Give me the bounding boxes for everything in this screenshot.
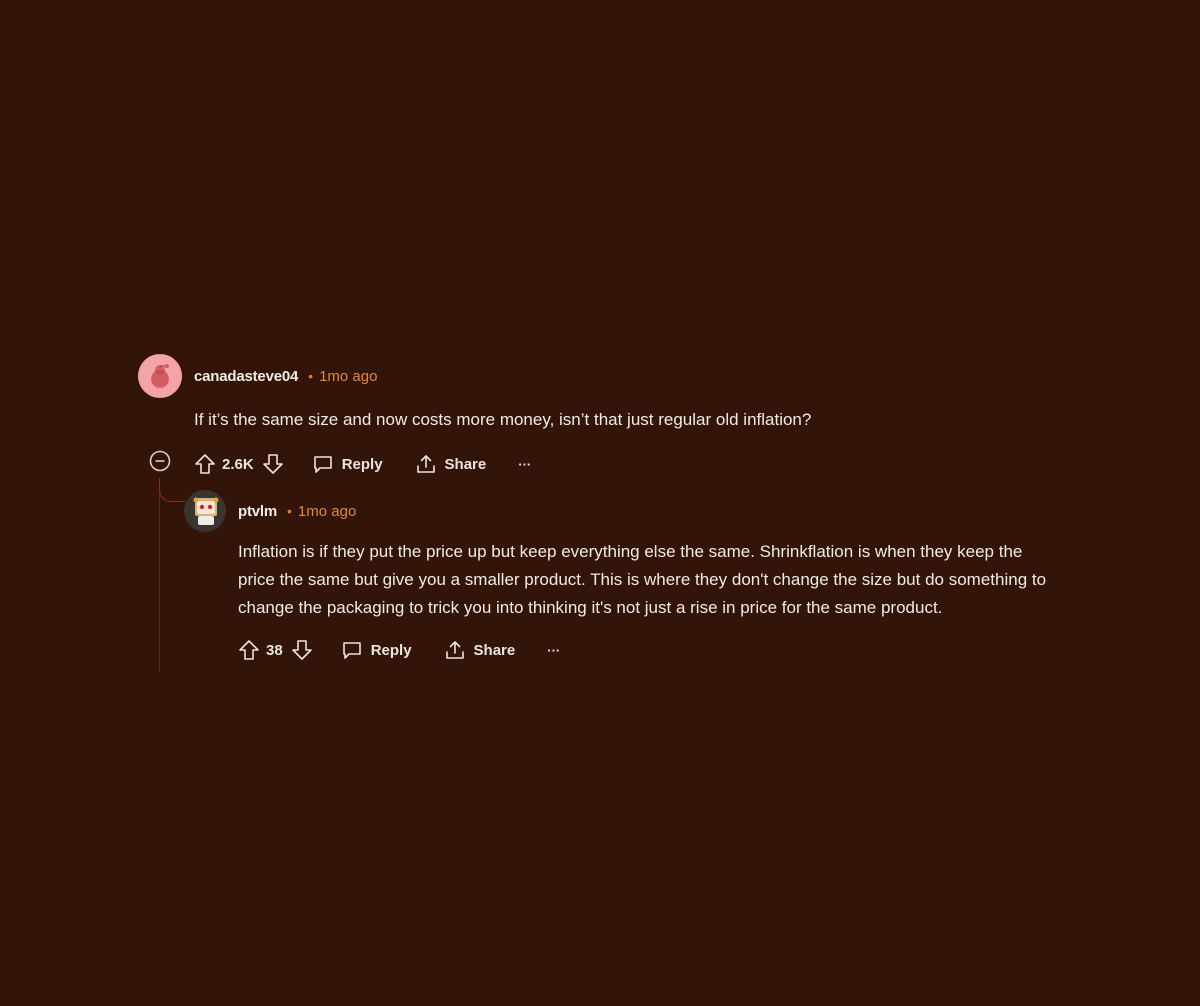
avatar[interactable] [138, 354, 182, 398]
comment-header: ptvlm • 1mo ago [184, 490, 1178, 532]
share-button[interactable]: Share [415, 453, 487, 475]
downvote-button[interactable] [262, 453, 284, 475]
reply-button[interactable]: Reply [312, 453, 383, 475]
reply-timestamp[interactable]: 1mo ago [298, 503, 356, 520]
separator-dot: • [287, 503, 292, 519]
share-label: Share [444, 455, 487, 473]
avatar[interactable] [184, 490, 226, 532]
reply-label: Reply [370, 641, 412, 659]
thread-line[interactable] [159, 478, 160, 672]
comment-icon [313, 456, 332, 473]
vote-count: 2.6K [222, 455, 254, 473]
upvote-button[interactable] [238, 639, 260, 661]
reply-button[interactable]: Reply [341, 639, 412, 661]
reply-body-line: price the same but give you a smaller pr… [238, 570, 1047, 589]
comment-username[interactable]: canadasteve04 [194, 368, 298, 385]
share-label: Share [473, 641, 516, 659]
downvote-icon [262, 454, 283, 474]
downvote-button[interactable] [291, 639, 313, 661]
downvote-icon [291, 640, 312, 660]
more-options-icon: ··· [518, 456, 532, 472]
reply-label: Reply [341, 455, 383, 473]
share-icon [416, 455, 435, 473]
thread-connector [159, 478, 185, 502]
reply-body-line: Inflation is if they put the price up bu… [238, 542, 1023, 561]
upvote-button[interactable] [194, 453, 216, 475]
comment-thread: canadasteve04 • 1mo ago If it’s the same… [138, 354, 1178, 672]
share-icon [445, 641, 464, 659]
comment-icon [342, 642, 361, 659]
share-button[interactable]: Share [444, 639, 516, 661]
snoo-avatar-icon [193, 497, 219, 525]
reply-body-line: change the packaging to trick you into t… [238, 598, 943, 617]
upvote-icon [239, 640, 259, 660]
reply-body: Inflation is if they put the price up bu… [238, 538, 1178, 622]
comment-body: If it’s the same size and now costs more… [194, 410, 812, 429]
more-options-button[interactable]: ··· [518, 457, 531, 472]
reply-username[interactable]: ptvlm [238, 503, 277, 520]
collapse-thread-button[interactable] [149, 450, 171, 472]
comment-header: canadasteve04 • 1mo ago [138, 354, 1178, 398]
separator-dot: • [308, 368, 314, 384]
upvote-icon [195, 454, 215, 474]
comment-actions: 2.6K Reply Share ··· [194, 448, 1178, 480]
collapse-icon [149, 450, 171, 472]
more-options-icon: ··· [547, 642, 561, 658]
reply-comment: ptvlm • 1mo ago Inflation is if they put… [184, 490, 1178, 666]
vote-count: 38 [266, 641, 283, 659]
more-options-button[interactable]: ··· [547, 643, 560, 658]
comment-timestamp[interactable]: 1mo ago [319, 368, 377, 385]
reply-actions: 38 Reply Share ··· [238, 634, 1178, 666]
snoo-icon [151, 364, 169, 388]
